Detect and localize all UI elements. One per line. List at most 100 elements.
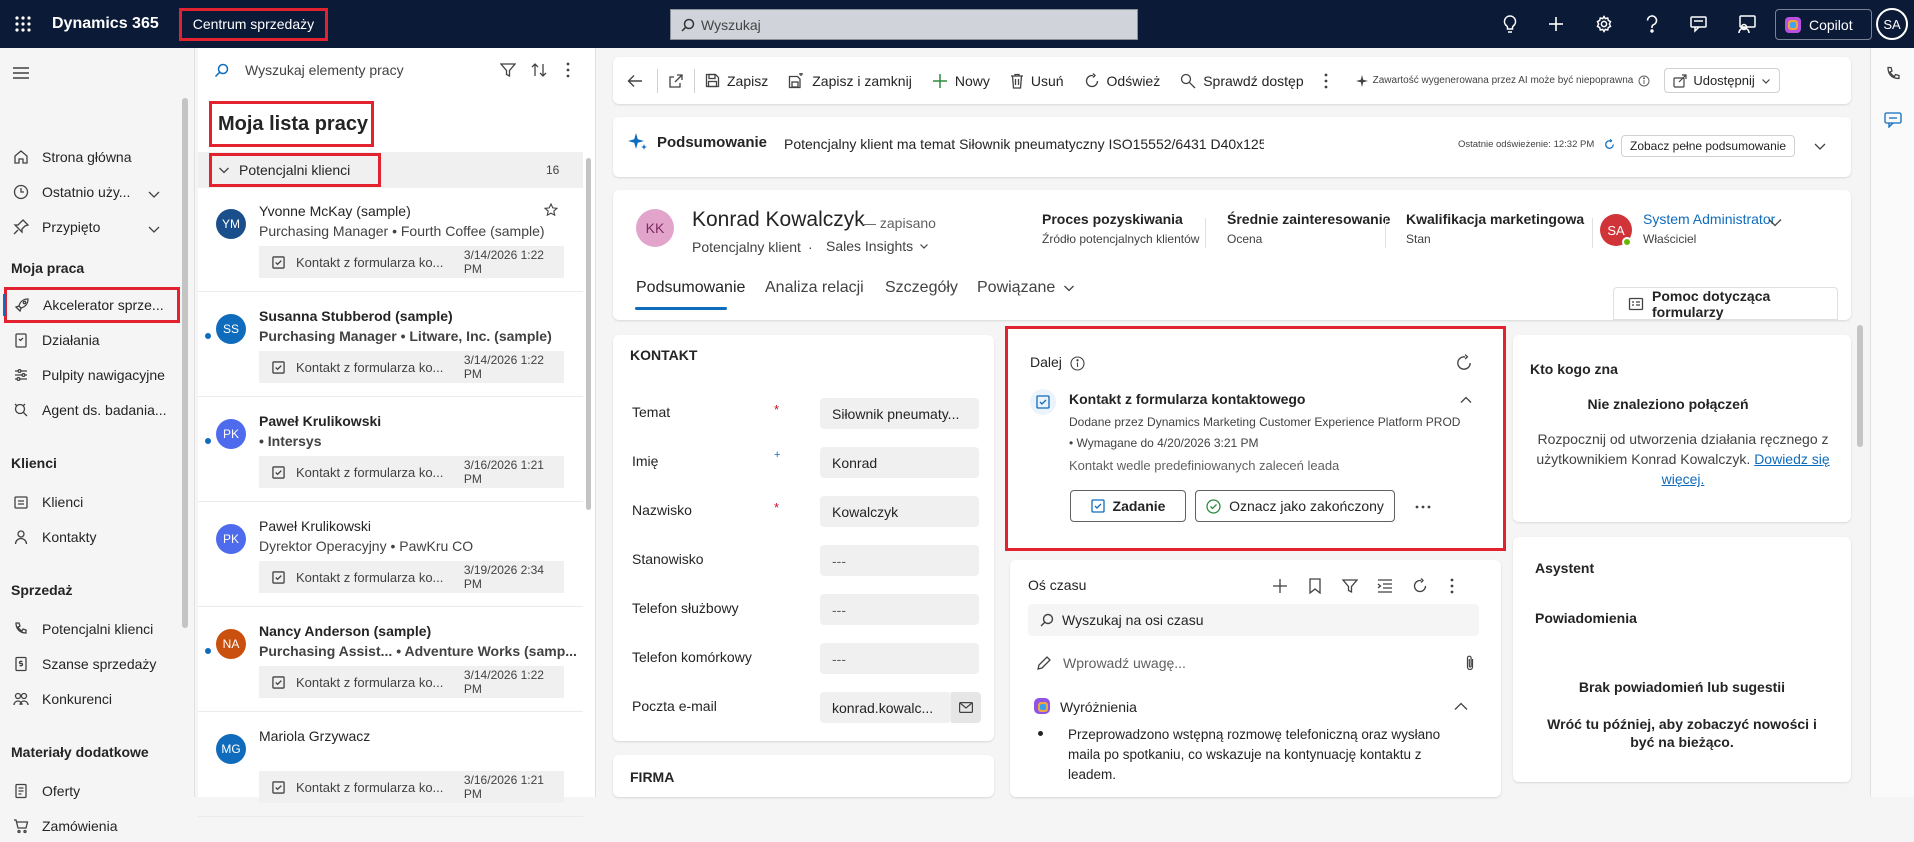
nav-scrollbar[interactable]	[182, 98, 188, 628]
chevron-down-icon[interactable]	[144, 184, 164, 204]
chat-feedback-icon[interactable]	[1679, 0, 1721, 48]
global-search-input[interactable]: Wyszukaj	[670, 9, 1138, 40]
new-button[interactable]: Nowy	[922, 57, 1000, 104]
group-header-leads[interactable]: Potencjalni klienci	[209, 153, 381, 187]
tab-summary[interactable]: Podsumowanie	[636, 279, 745, 297]
check-access-button[interactable]: Sprawdź dostęp	[1170, 57, 1313, 104]
nav-item-contacts[interactable]: Kontakty	[0, 521, 190, 553]
nav-item-opportunities[interactable]: Szanse sprzedaży	[0, 648, 190, 680]
worklist-item-name: Nancy Anderson (sample)	[259, 623, 432, 639]
chevron-down-icon[interactable]	[144, 219, 164, 239]
worklist-search-input[interactable]: Wyszukaj elementy pracy	[245, 62, 404, 78]
view-full-summary-button[interactable]: Zobacz pełne podsumowanie	[1621, 135, 1796, 157]
worklist-item[interactable]: MG Mariola Grzywacz Kontakt z formularza k…	[198, 713, 583, 817]
field-input[interactable]: ---	[820, 643, 979, 674]
nav-item-research-agent[interactable]: Agent ds. badania...	[0, 394, 190, 426]
user-avatar[interactable]: SA	[1876, 8, 1908, 40]
activity-title[interactable]: Kontakt z formularza kontaktowego	[1069, 391, 1305, 407]
brand-name[interactable]: Dynamics 365	[52, 15, 159, 33]
settings-gear-icon[interactable]	[1583, 0, 1625, 48]
worklist-item[interactable]: SS Susanna Stubberod (sample) Purchasing M…	[198, 293, 583, 397]
more-options-icon[interactable]	[1442, 576, 1462, 596]
app-launcher-icon[interactable]	[3, 0, 43, 48]
refresh-icon[interactable]	[1603, 138, 1615, 150]
refresh-icon[interactable]	[1454, 353, 1474, 373]
field-input[interactable]: ---	[820, 545, 979, 576]
mark-complete-button[interactable]: Oznacz jako zakończony	[1195, 490, 1395, 522]
chevron-up-icon[interactable]	[1452, 698, 1470, 716]
copilot-button[interactable]: Copilot	[1775, 9, 1872, 40]
nav-item-pinned[interactable]: Przypięto	[0, 211, 190, 243]
attach-icon[interactable]	[1465, 655, 1475, 671]
send-email-button[interactable]	[951, 692, 981, 723]
worklist-item[interactable]: PK Paweł Krulikowski Dyrektor Operacyjny •…	[198, 503, 583, 607]
nav-item-dashboards[interactable]: Pulpity nawigacyjne	[0, 359, 190, 391]
form-help-button[interactable]: Pomoc dotycząca formularzy	[1613, 287, 1838, 320]
more-commands-button[interactable]	[1314, 57, 1338, 104]
chevron-up-icon[interactable]	[1458, 392, 1474, 408]
share-button[interactable]: Udostępnij	[1664, 68, 1780, 93]
more-options-icon[interactable]	[558, 60, 578, 80]
nav-item-home[interactable]: Strona główna	[0, 141, 190, 173]
more-options-icon[interactable]	[1413, 497, 1433, 517]
info-icon[interactable]	[1638, 75, 1650, 87]
help-icon[interactable]	[1631, 0, 1673, 48]
nav-item-recent[interactable]: Ostatnio uży...	[0, 176, 190, 208]
filter-icon[interactable]	[498, 60, 518, 80]
worklist-item[interactable]: NA Nancy Anderson (sample) Purchasing Assi…	[198, 608, 583, 712]
worklist-item-activity[interactable]: Kontakt z formularza ko... 3/16/2026 1:21…	[259, 771, 564, 803]
note-input[interactable]: Wprowadź uwagę...	[1028, 647, 1483, 679]
star-icon[interactable]	[544, 203, 558, 217]
bookmark-icon[interactable]	[1305, 576, 1325, 596]
task-button[interactable]: Zadanie	[1070, 490, 1186, 522]
worklist-item-activity[interactable]: Kontakt z formularza ko... 3/16/2026 1:21…	[259, 456, 564, 488]
sort-icon[interactable]	[529, 60, 549, 80]
nav-item-accounts[interactable]: Klienci	[0, 486, 190, 518]
field-input[interactable]: Konrad	[820, 447, 979, 478]
info-icon[interactable]	[1069, 355, 1085, 371]
delete-button[interactable]: Usuń	[1000, 57, 1074, 104]
tab-relationship-analytics[interactable]: Analiza relacji	[765, 279, 864, 297]
nav-item-activities[interactable]: Działania	[0, 324, 190, 356]
chevron-down-icon[interactable]	[1811, 137, 1829, 155]
field-input[interactable]: Kowalczyk	[820, 496, 979, 527]
refresh-icon[interactable]	[1410, 576, 1430, 596]
lightbulb-icon[interactable]	[1489, 0, 1531, 48]
worklist-item[interactable]: YM Yvonne McKay (sample) Purchasing Manage…	[198, 188, 583, 292]
filter-icon[interactable]	[1340, 576, 1360, 596]
main-scrollbar[interactable]	[1857, 325, 1863, 447]
timeline-search-input[interactable]: Wyszukaj na osi czasu	[1028, 604, 1479, 636]
person-chat-icon[interactable]	[1726, 0, 1768, 48]
tab-related[interactable]: Powiązane	[977, 279, 1075, 297]
list-collapse-icon[interactable]	[1375, 576, 1395, 596]
worklist-item-activity[interactable]: Kontakt z formularza ko... 3/14/2026 1:22…	[259, 351, 564, 383]
app-name[interactable]: Centrum sprzedaży	[178, 7, 329, 41]
refresh-button[interactable]: Odśwież	[1074, 57, 1171, 104]
worklist-scrollbar[interactable]	[586, 158, 591, 510]
worklist-item-activity[interactable]: Kontakt z formularza ko... 3/14/2026 1:22…	[259, 666, 564, 698]
worklist-item-activity[interactable]: Kontakt z formularza ko... 3/19/2026 2:34…	[259, 561, 564, 593]
open-new-window-button[interactable]	[658, 57, 694, 104]
nav-item-competitors[interactable]: Konkurenci	[0, 683, 190, 715]
nav-item-leads[interactable]: Potencjalni klienci	[0, 613, 190, 645]
chat-icon[interactable]	[1883, 110, 1903, 130]
save-and-close-button[interactable]: Zapisz i zamknij	[778, 57, 922, 104]
field-input[interactable]: Siłownik pneumaty...	[820, 398, 979, 429]
add-icon[interactable]	[1535, 0, 1577, 48]
save-button[interactable]: Zapisz	[695, 57, 778, 104]
nav-item-quotes[interactable]: Oferty	[0, 775, 190, 807]
phone-icon[interactable]	[1883, 64, 1903, 84]
worklist-item[interactable]: PK Paweł Krulikowski • Intersys Kontakt z f…	[198, 398, 583, 502]
nav-item-sales-accelerator[interactable]: Akcelerator sprze...	[3, 287, 180, 323]
tab-details[interactable]: Szczegóły	[885, 279, 958, 297]
worklist-item-activity[interactable]: Kontakt z formularza ko... 3/14/2026 1:22…	[259, 246, 564, 278]
hamburger-menu-icon[interactable]	[10, 63, 32, 83]
back-button[interactable]	[613, 57, 657, 104]
field-input[interactable]: ---	[820, 594, 979, 625]
add-icon[interactable]	[1270, 576, 1290, 596]
nav-item-orders[interactable]: Zamówienia	[0, 810, 190, 842]
field-input[interactable]: konrad.kowalc...	[820, 692, 951, 723]
owner-name-link[interactable]: System Administrator	[1643, 211, 1775, 227]
chevron-down-icon[interactable]	[1765, 212, 1785, 232]
form-selector[interactable]: Sales Insights	[826, 238, 929, 254]
